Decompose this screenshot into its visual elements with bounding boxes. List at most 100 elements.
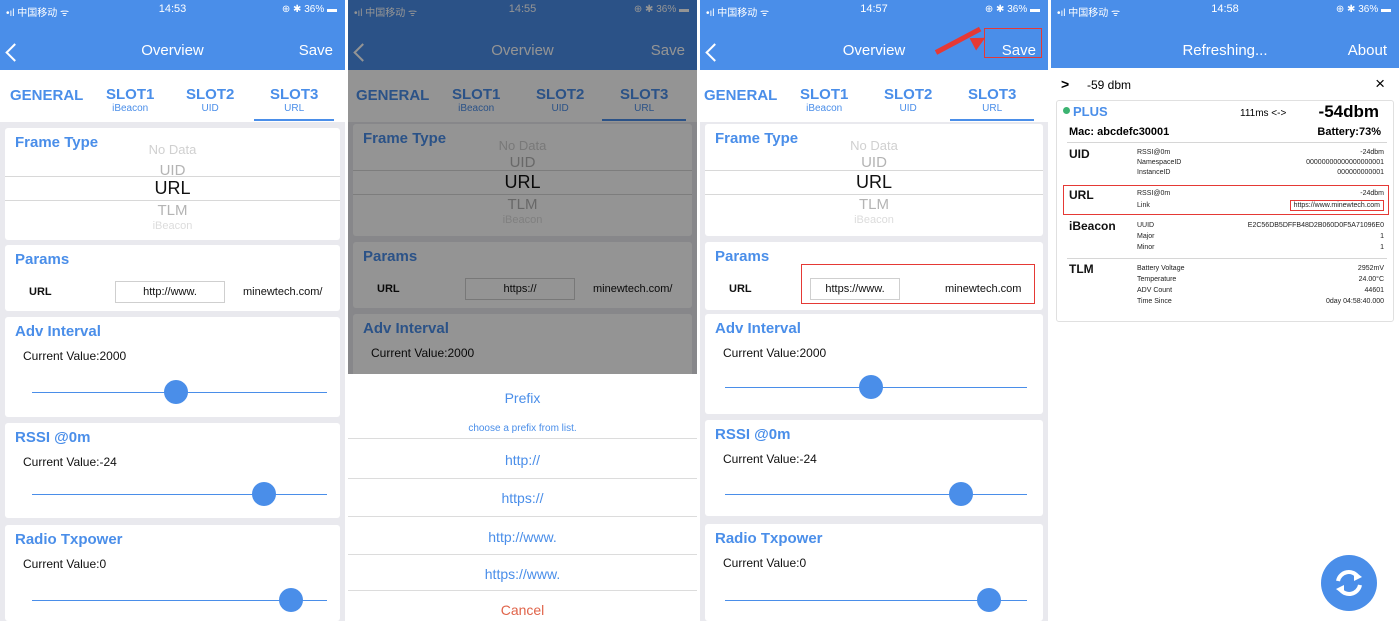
- url-suffix-input[interactable]: minewtech.com/: [243, 286, 322, 298]
- tab-label: SLOT1: [106, 86, 155, 103]
- slider-knob[interactable]: [279, 588, 303, 612]
- tab-general[interactable]: GENERAL: [704, 88, 777, 104]
- picker-item[interactable]: TLM: [705, 196, 1043, 213]
- slider-track[interactable]: [725, 494, 1027, 495]
- about-button[interactable]: About: [1348, 42, 1387, 59]
- tlm-label: TLM: [1069, 262, 1094, 276]
- adv-interval-card: Adv Interval Current Value:2000: [705, 314, 1043, 414]
- close-icon[interactable]: ×: [1375, 74, 1385, 94]
- tab-slot3[interactable]: SLOT3 URL: [968, 86, 1017, 115]
- picker-item[interactable]: No Data: [5, 142, 340, 157]
- picker-item[interactable]: iBeacon: [705, 214, 1043, 226]
- divider: [348, 438, 697, 439]
- slider-knob[interactable]: [164, 380, 188, 404]
- adv-interval-card: Adv Interval Current Value:2000: [5, 317, 340, 417]
- tab-label: SLOT2: [186, 86, 235, 103]
- url-label: URL: [729, 283, 752, 295]
- rssi-filter-bar[interactable]: > -59 dbm ×: [1051, 70, 1399, 98]
- url-label: URL: [29, 286, 52, 298]
- slider-knob[interactable]: [859, 375, 883, 399]
- picker-divider: [705, 194, 1043, 195]
- current-value: Current Value:-24: [23, 455, 117, 469]
- field-value: E2C56DB5DFFB48D2B060D0F5A71096E0: [1247, 222, 1384, 229]
- current-value: Current Value:2000: [23, 349, 127, 363]
- save-button[interactable]: Save: [299, 42, 333, 59]
- card-title: Params: [15, 251, 70, 268]
- tab-label: GENERAL: [10, 87, 84, 104]
- tab-slot1[interactable]: SLOT1 iBeacon: [106, 86, 155, 115]
- online-dot-icon: [1063, 107, 1070, 114]
- frame-type-card: Frame Type No Data UID URL TLM iBeacon: [705, 124, 1043, 236]
- picker-item[interactable]: iBeacon: [5, 220, 340, 232]
- cancel-button[interactable]: Cancel: [348, 602, 697, 618]
- chevron-right-icon[interactable]: >: [1061, 76, 1069, 92]
- current-value: Current Value:0: [23, 557, 107, 571]
- slider-knob[interactable]: [949, 482, 973, 506]
- current-value: Current Value:-24: [723, 452, 817, 466]
- tab-slot2[interactable]: SLOT2 UID: [186, 86, 235, 115]
- rssi-card: RSSI @0m Current Value:-24: [5, 423, 340, 518]
- picker-item-selected[interactable]: URL: [705, 172, 1043, 193]
- divider: [1067, 258, 1387, 259]
- picker-divider: [705, 170, 1043, 171]
- picker-item[interactable]: UID: [705, 154, 1043, 171]
- refresh-button[interactable]: [1321, 555, 1377, 611]
- card-title: Radio Txpower: [15, 531, 123, 548]
- field-value: 000000000001: [1337, 169, 1384, 176]
- field-key: Battery Voltage: [1137, 265, 1185, 272]
- battery-indicator: ⊕ ✱ 36% ▬: [281, 4, 337, 15]
- prefix-option[interactable]: http://www.: [348, 529, 697, 545]
- screen-overview-1: •ıl 中国移动 ᯤ 14:53 ⊕ ✱ 36% ▬ Overview Save…: [0, 0, 345, 621]
- field-value: 1: [1380, 244, 1384, 251]
- field-value: -24dbm: [1360, 149, 1384, 156]
- tab-label: GENERAL: [704, 87, 778, 104]
- picker-divider: [5, 176, 340, 177]
- picker-item[interactable]: No Data: [705, 138, 1043, 153]
- uid-label: UID: [1069, 147, 1090, 161]
- filter-value: -59 dbm: [1087, 78, 1132, 92]
- rssi-card: RSSI @0m Current Value:-24: [705, 420, 1043, 516]
- slider-knob[interactable]: [977, 588, 1001, 612]
- battery-indicator: ⊕ ✱ 36% ▬: [1335, 4, 1391, 15]
- tab-slot2[interactable]: SLOT2 UID: [884, 87, 932, 115]
- slider-knob[interactable]: [252, 482, 276, 506]
- picker-item-selected[interactable]: URL: [5, 178, 340, 199]
- field-key: RSSI@0m: [1137, 149, 1171, 156]
- url-prefix-select[interactable]: http://www.: [115, 281, 225, 303]
- prefix-option[interactable]: http://: [348, 452, 697, 468]
- field-value: 00000000000000000001: [1306, 159, 1384, 166]
- field-value: 44601: [1364, 287, 1384, 294]
- txpower-card: Radio Txpower Current Value:0: [705, 524, 1043, 621]
- field-key: UUID: [1137, 222, 1155, 229]
- tab-slot3[interactable]: SLOT3 URL: [270, 87, 318, 115]
- txpower-card: Radio Txpower Current Value:0: [5, 525, 340, 621]
- battery-indicator: ⊕ ✱ 36% ▬: [984, 4, 1040, 15]
- device-card[interactable]: PLUS 111ms <-> -54dbm Mac: abcdefc30001 …: [1056, 100, 1394, 322]
- params-card: Params URL https://www. minewtech.com: [705, 242, 1043, 310]
- tab-sublabel: iBeacon: [806, 103, 843, 114]
- tab-slot1[interactable]: SLOT1 iBeacon: [800, 87, 848, 115]
- field-key: NamespaceID: [1137, 159, 1182, 166]
- tab-sublabel: URL: [982, 103, 1003, 114]
- status-bar: •ıl 中国移动 ᯤ 14:53 ⊕ ✱ 36% ▬: [0, 0, 345, 20]
- picker-item[interactable]: TLM: [5, 202, 340, 219]
- tab-general[interactable]: GENERAL: [10, 88, 83, 104]
- divider: [348, 554, 697, 555]
- card-title: RSSI @0m: [15, 429, 91, 446]
- prefix-option[interactable]: https://: [348, 490, 697, 506]
- divider: [1067, 142, 1387, 143]
- card-title: Adv Interval: [15, 323, 101, 340]
- tab-label: SLOT3: [968, 86, 1017, 103]
- sheet-subtitle: choose a prefix from list.: [468, 423, 577, 434]
- sheet-title: Prefix: [504, 390, 541, 406]
- field-key: Major: [1137, 233, 1155, 240]
- current-value: Current Value:0: [723, 556, 807, 570]
- divider: [348, 590, 697, 591]
- slider-track[interactable]: [32, 494, 327, 495]
- page-title: Refreshing...: [1182, 42, 1268, 59]
- ibeacon-label: iBeacon: [1069, 219, 1116, 233]
- prefix-option[interactable]: https://www.: [348, 566, 697, 582]
- field-value: 2952mV: [1357, 265, 1384, 272]
- divider: [348, 478, 697, 479]
- screen-overview-prefix-sheet: •ıl 中国移动 ᯤ 14:55 ⊕ ✱ 36% ▬ Overview Save…: [348, 0, 697, 621]
